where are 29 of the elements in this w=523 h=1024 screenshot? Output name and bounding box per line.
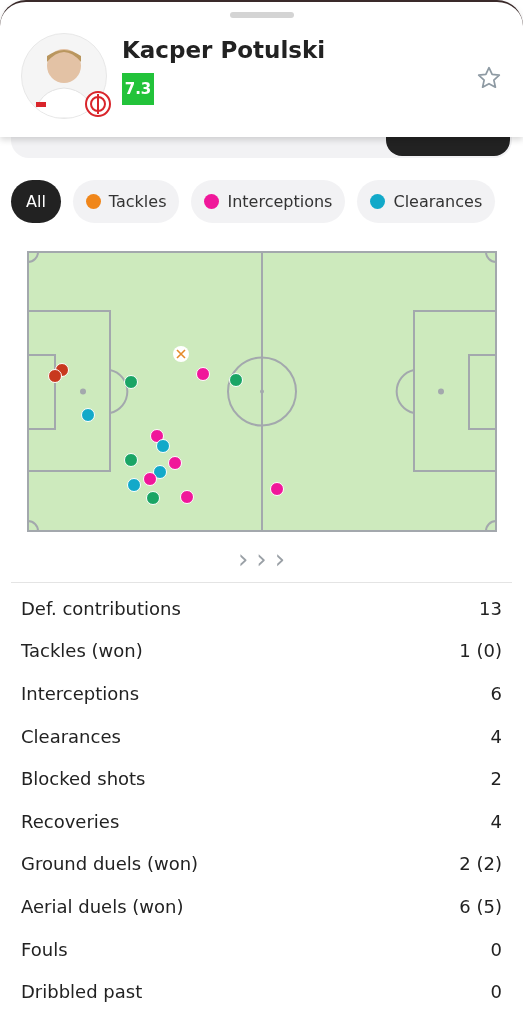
stat-value: 2 bbox=[490, 767, 502, 792]
stat-value: 6 bbox=[490, 682, 502, 706]
stat-value: 6 (5) bbox=[459, 894, 502, 919]
rating-badge: 7.3 bbox=[122, 73, 154, 105]
stat-value: 13 bbox=[479, 596, 502, 621]
filter-chip[interactable]: Clearances bbox=[357, 180, 496, 223]
stat-label: Aerial duels (won) bbox=[21, 894, 184, 919]
filter-chip[interactable]: Interceptions bbox=[191, 180, 346, 223]
favorite-star-icon[interactable] bbox=[476, 65, 502, 91]
filter-chip[interactable]: All bbox=[11, 180, 61, 223]
stat-value: 0 bbox=[490, 937, 502, 962]
stat-label: Fouls bbox=[21, 937, 68, 962]
stat-value: 1 (0) bbox=[459, 639, 502, 664]
player-name: Kacper Potulski bbox=[122, 36, 326, 65]
stat-value: 4 bbox=[490, 724, 502, 749]
stat-label: Interceptions bbox=[21, 682, 140, 706]
stat-label: Recoveries bbox=[21, 809, 120, 834]
stat-label: Clearances bbox=[21, 724, 121, 749]
filter-chip[interactable]: Tackles bbox=[72, 180, 180, 223]
stat-label: Blocked shots bbox=[21, 767, 146, 792]
stat-label: Ground duels (won) bbox=[21, 852, 199, 877]
stat-value: 2 (2) bbox=[459, 852, 502, 877]
stat-label: Def. contributions bbox=[21, 596, 181, 621]
stat-label: Dribbled past bbox=[21, 980, 143, 1005]
tab[interactable] bbox=[385, 137, 510, 156]
stat-label: Tackles (won) bbox=[21, 639, 143, 664]
stat-value: 0 bbox=[490, 980, 502, 1005]
stat-value: 4 bbox=[490, 809, 502, 834]
drag-handle[interactable] bbox=[229, 12, 294, 18]
